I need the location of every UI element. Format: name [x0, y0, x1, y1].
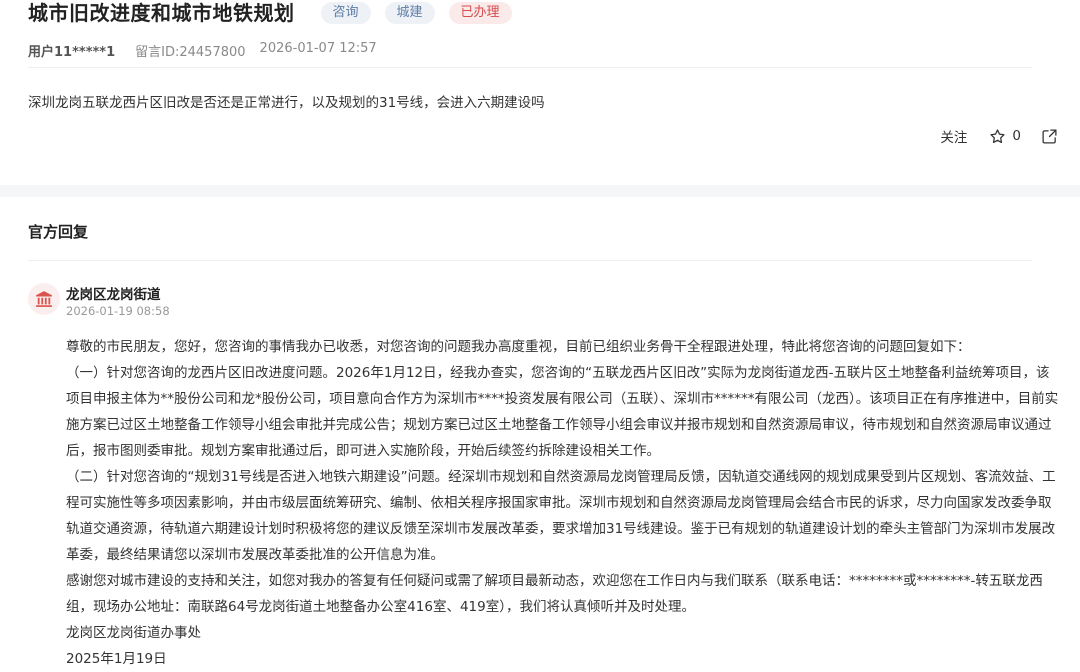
star-outline-icon — [990, 128, 1005, 143]
post-datetime: 2026-01-07 12:57 — [259, 41, 377, 56]
reply-paragraph: （二）针对您咨询的“规划31号线是否进入地铁六期建设”问题。经深圳市规划和自然资… — [66, 469, 1056, 563]
question-card: 城市旧改进度和城市地铁规划 咨询 城建 已办理 用户11*****1 留言ID:… — [0, 0, 1080, 185]
message-id: 留言ID:24457800 — [135, 45, 246, 60]
share-icon — [1042, 128, 1057, 144]
reply-org-name: 龙岗区龙岗街道 — [66, 287, 161, 303]
tag-urban-construction: 城建 — [384, 2, 435, 24]
reply-time: 2026-01-19 08:58 — [66, 304, 170, 318]
page-title: 城市旧改进度和城市地铁规划 — [28, 1, 295, 25]
follow-button[interactable]: 关注 — [940, 126, 967, 146]
reply-signature: 龙岗区龙岗街道办事处 — [66, 625, 201, 641]
divider — [28, 260, 1032, 261]
title-row: 城市旧改进度和城市地铁规划 咨询 城建 已办理 — [28, 0, 512, 26]
reply-paragraph: 感谢您对城市建设的支持和关注，如您对我办的答复有任何疑问或需了解项目最新动态，欢… — [66, 573, 1043, 615]
user-name: 用户11*****1 — [28, 45, 116, 60]
divider — [28, 67, 1032, 68]
star-button[interactable]: 0 — [989, 128, 1021, 145]
action-bar: 关注 0 — [940, 126, 1058, 146]
reply-body: 尊敬的市民朋友，您好，您咨询的事情我办已收悉，对您咨询的问题我办高度重视，目前已… — [66, 334, 1060, 672]
reply-date: 2025年1月19日 — [66, 651, 167, 667]
star-count: 0 — [1012, 128, 1021, 144]
org-avatar — [28, 283, 60, 315]
tag-consult: 咨询 — [320, 2, 371, 24]
section-separator — [0, 185, 1080, 197]
question-meta: 用户11*****1 留言ID:24457800 2026-01-07 12:5… — [28, 41, 377, 60]
government-building-icon — [36, 291, 52, 307]
reply-paragraph: （一）针对您咨询的龙西片区旧改进度问题。2026年1月12日，经我办查实，您咨询… — [66, 365, 1059, 459]
official-reply-heading: 官方回复 — [28, 223, 89, 241]
question-text: 深圳龙岗五联龙西片区旧改是否还是正常进行，以及规划的31号线，会进入六期建设吗 — [28, 95, 545, 111]
reply-paragraph: 尊敬的市民朋友，您好，您咨询的事情我办已收悉，对您咨询的问题我办高度重视，目前已… — [66, 339, 971, 355]
share-button[interactable] — [1041, 128, 1058, 145]
tag-status-handled: 已办理 — [448, 2, 512, 24]
